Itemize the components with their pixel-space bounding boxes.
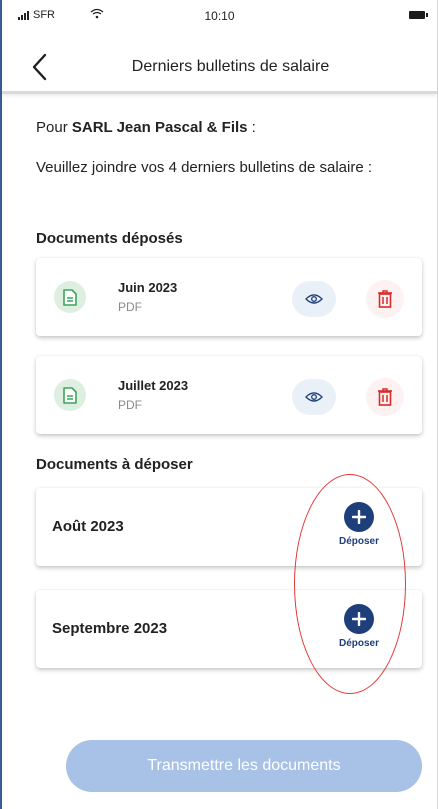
document-icon (54, 281, 86, 313)
plus-icon[interactable] (344, 502, 374, 532)
to-upload-section-title: Documents à déposer (36, 456, 193, 473)
eye-icon (305, 294, 323, 304)
upload-document-card: Août 2023 Déposer (36, 488, 422, 566)
delete-document-button[interactable] (366, 280, 404, 318)
view-document-button[interactable] (292, 379, 336, 415)
delete-document-button[interactable] (366, 378, 404, 416)
view-document-button[interactable] (292, 281, 336, 317)
company-line: Pour SARL Jean Pascal & Fils : (36, 119, 256, 136)
document-type: PDF (118, 398, 142, 412)
trash-icon (378, 388, 392, 406)
phone-frame: SFR 10:10 Derniers bulletins de salaire … (0, 0, 438, 809)
upload-button[interactable]: Déposer (324, 604, 394, 649)
plus-icon[interactable] (344, 604, 374, 634)
trash-icon (378, 290, 392, 308)
submit-documents-button[interactable]: Transmettre les documents (66, 740, 422, 792)
clock: 10:10 (204, 9, 235, 23)
upload-document-name: Septembre 2023 (52, 620, 168, 637)
upload-document-name: Août 2023 (52, 518, 124, 535)
upload-label[interactable]: Déposer (324, 638, 394, 649)
nav-bar: Derniers bulletins de salaire (2, 38, 437, 94)
document-name: Juillet 2023 (118, 378, 189, 393)
page-title: Derniers bulletins de salaire (131, 58, 330, 75)
battery-icon (409, 11, 428, 19)
upload-button[interactable]: Déposer (324, 502, 394, 547)
upload-label[interactable]: Déposer (324, 536, 394, 547)
instruction-text: Veuillez joindre vos 4 derniers bulletin… (36, 158, 373, 176)
document-name: Juin 2023 (118, 280, 178, 295)
document-type: PDF (118, 300, 142, 314)
document-icon (54, 379, 86, 411)
eye-icon (305, 392, 323, 402)
deposited-section-title: Documents déposés (36, 230, 183, 247)
company-name: SARL Jean Pascal & Fils (71, 119, 248, 136)
upload-document-card: Septembre 2023 Déposer (36, 590, 422, 668)
intro-section: Pour SARL Jean Pascal & Fils : Veuillez … (36, 118, 417, 177)
deposited-document-card: Juillet 2023 PDF (36, 356, 422, 434)
status-bar: SFR 10:10 (2, 0, 437, 32)
deposited-document-card: Juin 2023 PDF (36, 258, 422, 336)
